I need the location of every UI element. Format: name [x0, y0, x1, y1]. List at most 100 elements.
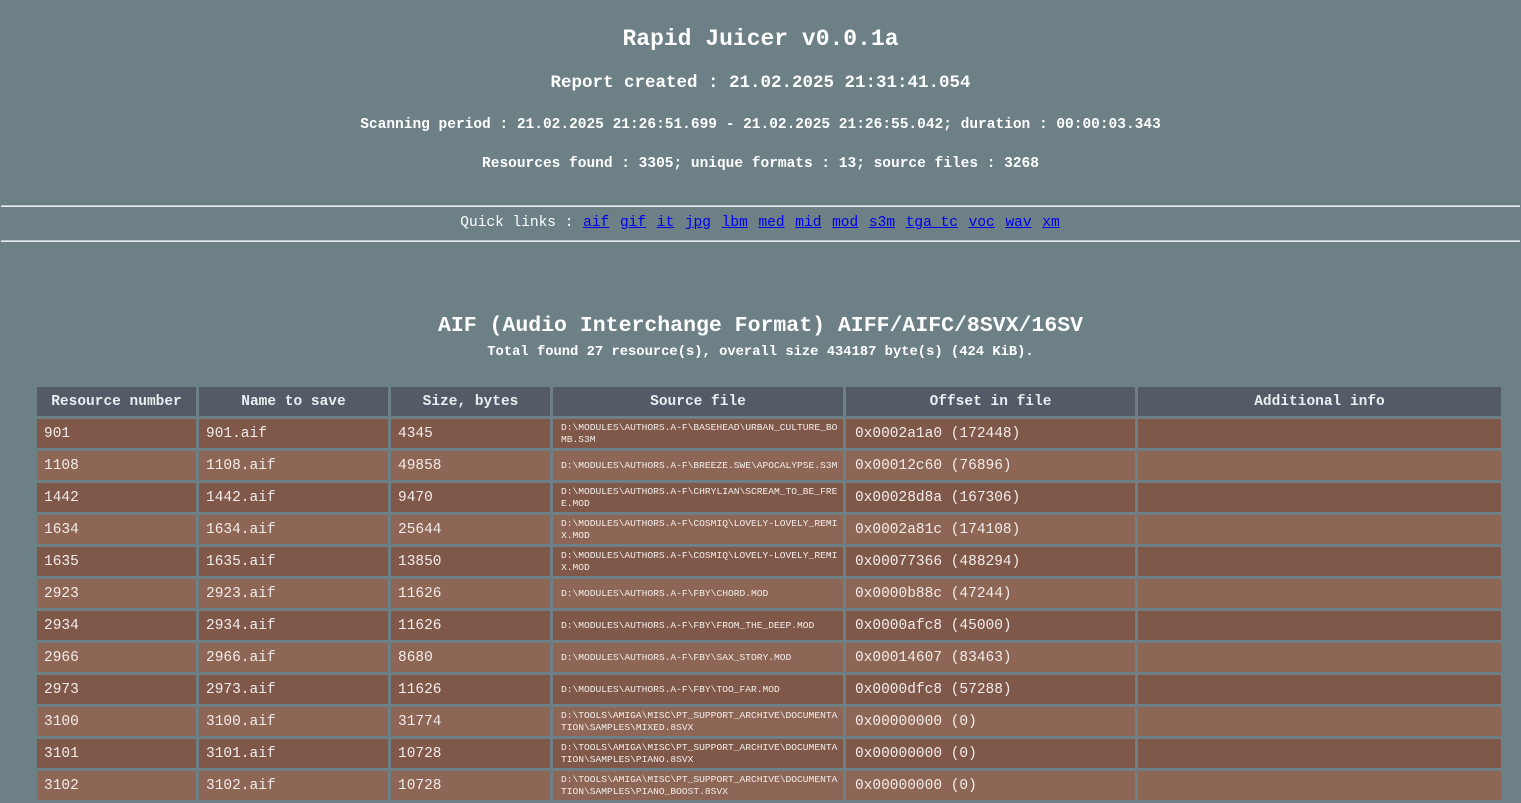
cell-source-file: D:\MODULES\AUTHORS.A-F\FBY\FROM_THE_DEEP… — [553, 611, 843, 640]
cell-name-to-save: 3100.aif — [199, 707, 388, 736]
cell-additional-info — [1138, 547, 1501, 576]
resources-found-text: Resources found : 3305; unique formats :… — [482, 156, 1039, 172]
cell-source-file: D:\MODULES\AUTHORS.A-F\COSMIQ\LOVELY-LOV… — [553, 547, 843, 576]
cell-offset: 0x00014607 (83463) — [846, 643, 1135, 672]
cell-name-to-save: 2923.aif — [199, 579, 388, 608]
cell-name-to-save: 1635.aif — [199, 547, 388, 576]
cell-additional-info — [1138, 579, 1501, 608]
cell-additional-info — [1138, 515, 1501, 544]
quick-link-med[interactable]: med — [758, 215, 784, 231]
divider-bottom — [1, 240, 1520, 242]
cell-offset: 0x00077366 (488294) — [846, 547, 1135, 576]
cell-name-to-save: 901.aif — [199, 419, 388, 448]
cell-resource-number: 3101 — [37, 739, 196, 768]
cell-resource-number: 1634 — [37, 515, 196, 544]
cell-resource-number: 2973 — [37, 675, 196, 704]
table-row: 2934 2934.aif 11626 D:\MODULES\AUTHORS.A-F\… — [37, 611, 1501, 640]
table-row: 3102 3102.aif 10728 D:\TOOLS\AMIGA\MISC\PT_… — [37, 771, 1501, 800]
report-created-text: Report created : 21.02.2025 21:31:41.054 — [550, 73, 971, 93]
table-row: 1442 1442.aif 9470 D:\MODULES\AUTHORS.A-F\C… — [37, 483, 1501, 512]
quick-link-mod[interactable]: mod — [832, 215, 858, 231]
cell-additional-info — [1138, 771, 1501, 800]
cell-size: 4345 — [391, 419, 550, 448]
quick-link-it[interactable]: it — [657, 215, 674, 231]
table-row: 2966 2966.aif 8680 D:\MODULES\AUTHORS.A-F\F… — [37, 643, 1501, 672]
quick-link-xm[interactable]: xm — [1042, 215, 1059, 231]
cell-resource-number: 3102 — [37, 771, 196, 800]
cell-size: 9470 — [391, 483, 550, 512]
cell-resource-number: 2923 — [37, 579, 196, 608]
cell-size: 13850 — [391, 547, 550, 576]
cell-additional-info — [1138, 483, 1501, 512]
quick-link-voc[interactable]: voc — [969, 215, 995, 231]
cell-resource-number: 2966 — [37, 643, 196, 672]
quick-link-aif[interactable]: aif — [583, 215, 609, 231]
table-row: 2973 2973.aif 11626 D:\MODULES\AUTHORS.A-F\… — [37, 675, 1501, 704]
section-summary: Total found 27 resource(s), overall size… — [487, 345, 1034, 360]
quick-link-mid[interactable]: mid — [795, 215, 821, 231]
cell-resource-number: 3100 — [37, 707, 196, 736]
cell-source-file: D:\MODULES\AUTHORS.A-F\BASEHEAD\URBAN_CU… — [553, 419, 843, 448]
cell-size: 10728 — [391, 739, 550, 768]
column-header-size: Size, bytes — [391, 387, 550, 416]
cell-offset: 0x00028d8a (167306) — [846, 483, 1135, 512]
quick-links-bar: Quick links : aif gif it jpg lbm med mid… — [0, 213, 1521, 233]
column-header-additional-info: Additional info — [1138, 387, 1501, 416]
cell-name-to-save: 2973.aif — [199, 675, 388, 704]
scanning-period-text: Scanning period : 21.02.2025 21:26:51.69… — [360, 117, 1161, 133]
resources-table: Resource number Name to save Size, bytes… — [34, 384, 1504, 803]
cell-resource-number: 1442 — [37, 483, 196, 512]
column-header-resource-number: Resource number — [37, 387, 196, 416]
table-row: 3101 3101.aif 10728 D:\TOOLS\AMIGA\MISC\PT_… — [37, 739, 1501, 768]
cell-source-file: D:\MODULES\AUTHORS.A-F\FBY\TOO_FAR.MOD — [553, 675, 843, 704]
quick-links-list: aif gif it jpg lbm med mid mod s3m tga_t… — [582, 215, 1061, 231]
quick-link-lbm[interactable]: lbm — [722, 215, 748, 231]
quick-link-jpg[interactable]: jpg — [685, 215, 711, 231]
cell-additional-info — [1138, 451, 1501, 480]
cell-name-to-save: 1108.aif — [199, 451, 388, 480]
cell-size: 11626 — [391, 675, 550, 704]
divider-top — [1, 205, 1520, 207]
cell-offset: 0x0000dfc8 (57288) — [846, 675, 1135, 704]
cell-offset: 0x0002a81c (174108) — [846, 515, 1135, 544]
table-row: 901 901.aif 4345 D:\MODULES\AUTHORS.A-F\BAS… — [37, 419, 1501, 448]
cell-offset: 0x0002a1a0 (172448) — [846, 419, 1135, 448]
cell-source-file: D:\MODULES\AUTHORS.A-F\BREEZE.SWE\APOCAL… — [553, 451, 843, 480]
cell-size: 8680 — [391, 643, 550, 672]
quick-link-s3m[interactable]: s3m — [869, 215, 895, 231]
table-row: 1108 1108.aif 49858 D:\MODULES\AUTHORS.A-F\… — [37, 451, 1501, 480]
column-header-offset: Offset in file — [846, 387, 1135, 416]
quick-link-wav[interactable]: wav — [1005, 215, 1031, 231]
table-row: 1634 1634.aif 25644 D:\MODULES\AUTHORS.A-F\… — [37, 515, 1501, 544]
cell-resource-number: 2934 — [37, 611, 196, 640]
table-row: 3100 3100.aif 31774 D:\TOOLS\AMIGA\MISC\PT_… — [37, 707, 1501, 736]
cell-additional-info — [1138, 419, 1501, 448]
quick-link-tga-tc[interactable]: tga_tc — [906, 215, 958, 231]
table-body: 901 901.aif 4345 D:\MODULES\AUTHORS.A-F\BAS… — [37, 419, 1501, 800]
cell-size: 31774 — [391, 707, 550, 736]
cell-offset: 0x00000000 (0) — [846, 739, 1135, 768]
cell-additional-info — [1138, 611, 1501, 640]
cell-name-to-save: 2934.aif — [199, 611, 388, 640]
cell-resource-number: 1635 — [37, 547, 196, 576]
cell-additional-info — [1138, 675, 1501, 704]
cell-size: 49858 — [391, 451, 550, 480]
cell-size: 25644 — [391, 515, 550, 544]
cell-offset: 0x0000b88c (47244) — [846, 579, 1135, 608]
section-title: AIF (Audio Interchange Format) AIFF/AIFC… — [437, 313, 1084, 338]
column-header-source-file: Source file — [553, 387, 843, 416]
quick-links-label: Quick links : — [460, 215, 574, 231]
cell-name-to-save: 1442.aif — [199, 483, 388, 512]
cell-source-file: D:\MODULES\AUTHORS.A-F\CHRYLIAN\SCREAM_T… — [553, 483, 843, 512]
cell-additional-info — [1138, 739, 1501, 768]
cell-resource-number: 901 — [37, 419, 196, 448]
cell-source-file: D:\MODULES\AUTHORS.A-F\COSMIQ\LOVELY-LOV… — [553, 515, 843, 544]
cell-name-to-save: 2966.aif — [199, 643, 388, 672]
cell-additional-info — [1138, 643, 1501, 672]
cell-source-file: D:\MODULES\AUTHORS.A-F\FBY\SAX_STORY.MOD — [553, 643, 843, 672]
cell-offset: 0x00000000 (0) — [846, 707, 1135, 736]
quick-link-gif[interactable]: gif — [620, 215, 646, 231]
cell-offset: 0x00000000 (0) — [846, 771, 1135, 800]
cell-additional-info — [1138, 707, 1501, 736]
cell-source-file: D:\TOOLS\AMIGA\MISC\PT_SUPPORT_ARCHIVE\D… — [553, 707, 843, 736]
